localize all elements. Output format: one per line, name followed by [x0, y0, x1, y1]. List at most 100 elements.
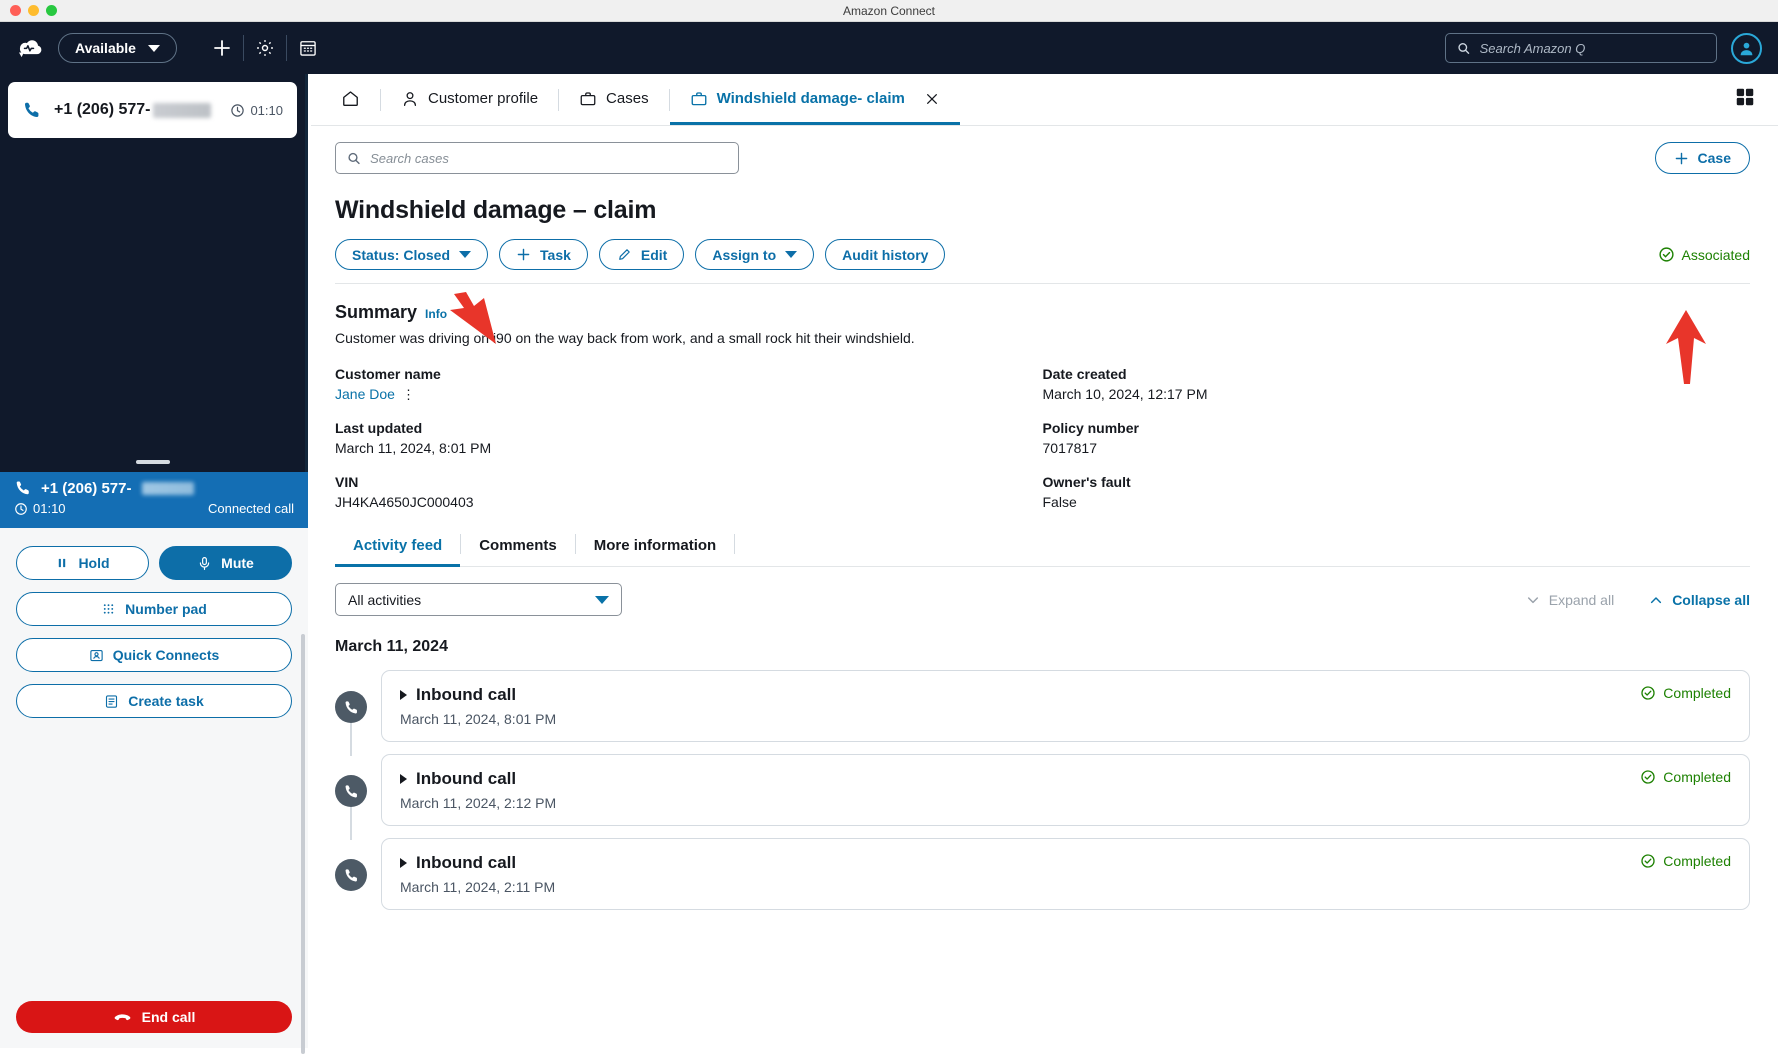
call-controls-panel: Hold Mute Number pad: [0, 528, 308, 1048]
expand-all-label: Expand all: [1549, 592, 1614, 608]
main-content-area: Customer profile Cases Windshield damage…: [311, 74, 1778, 1048]
agent-status-dropdown[interactable]: Available: [58, 33, 177, 63]
divider: [335, 283, 1750, 284]
activity-card[interactable]: Inbound call March 11, 2024, 8:01 PM Com…: [381, 670, 1750, 742]
activity-title[interactable]: Inbound call: [400, 685, 1640, 705]
caret-right-icon: [400, 774, 407, 784]
summary-heading-text: Summary: [335, 302, 417, 323]
calendar-icon[interactable]: [287, 22, 329, 74]
add-task-button[interactable]: Task: [499, 239, 588, 270]
tab-activity-feed[interactable]: Activity feed: [335, 528, 460, 567]
activity-filter-select[interactable]: All activities: [335, 583, 622, 616]
create-case-button-label: Case: [1698, 150, 1731, 166]
case-search-box[interactable]: [335, 142, 739, 174]
activity-item: Inbound call March 11, 2024, 2:11 PM Com…: [335, 838, 1750, 910]
tab-home[interactable]: [321, 75, 380, 125]
phone-icon: [335, 859, 367, 891]
status-dropdown[interactable]: Status: Closed: [335, 239, 488, 270]
activity-timestamp: March 11, 2024, 2:12 PM: [400, 795, 1640, 811]
amazon-q-search-box[interactable]: [1445, 33, 1717, 63]
field-owners-fault: Owner's fault False: [1043, 474, 1751, 510]
assign-to-dropdown-label: Assign to: [712, 247, 776, 263]
assign-to-dropdown[interactable]: Assign to: [695, 239, 814, 270]
field-row: VIN JH4KA4650JC000403 Owner's fault Fals…: [335, 474, 1750, 510]
briefcase-icon: [690, 90, 708, 108]
field-value: False: [1043, 494, 1751, 510]
quick-connects-button[interactable]: Quick Connects: [16, 638, 292, 672]
amazon-connect-cloud-logo-icon: [14, 33, 44, 63]
end-call-icon: [113, 1008, 132, 1027]
caret-right-icon: [400, 858, 407, 868]
create-task-button[interactable]: Create task: [16, 684, 292, 718]
kebab-menu-icon[interactable]: ⋮: [402, 388, 416, 401]
connected-call-state: Connected call: [208, 501, 294, 516]
field-label: Owner's fault: [1043, 474, 1751, 490]
expand-all-button[interactable]: Expand all: [1525, 592, 1614, 608]
activity-card-body: Inbound call March 11, 2024, 2:12 PM: [400, 769, 1640, 811]
activity-title[interactable]: Inbound call: [400, 769, 1640, 789]
field-label: Last updated: [335, 420, 1043, 436]
active-contact-card[interactable]: +1 (206) 577- 01:10: [8, 82, 297, 138]
case-detail-content: Case Windshield damage – claim Status: C…: [311, 126, 1778, 1048]
tab-more-information[interactable]: More information: [576, 528, 735, 567]
phone-icon: [335, 775, 367, 807]
chevron-down-icon: [459, 251, 471, 258]
edit-button[interactable]: Edit: [599, 239, 684, 270]
field-label: VIN: [335, 474, 1043, 490]
activity-card[interactable]: Inbound call March 11, 2024, 2:12 PM Com…: [381, 754, 1750, 826]
close-icon[interactable]: [924, 91, 940, 107]
activity-card-body: Inbound call March 11, 2024, 2:11 PM: [400, 853, 1640, 895]
hold-mute-row: Hold Mute: [16, 546, 292, 580]
field-last-updated: Last updated March 11, 2024, 8:01 PM: [335, 420, 1043, 456]
search-icon: [347, 151, 361, 166]
grid-layout-icon[interactable]: [1734, 86, 1756, 113]
summary-info-link[interactable]: Info: [425, 307, 447, 321]
field-row: Last updated March 11, 2024, 8:01 PM Pol…: [335, 420, 1750, 456]
clock-icon: [230, 103, 245, 118]
activity-feed-list: Inbound call March 11, 2024, 8:01 PM Com…: [335, 670, 1750, 910]
plus-icon[interactable]: [201, 22, 243, 74]
hold-button[interactable]: Hold: [16, 546, 149, 580]
number-pad-button[interactable]: Number pad: [16, 592, 292, 626]
activity-bullet: [335, 670, 367, 742]
tab-comments[interactable]: Comments: [461, 528, 575, 567]
end-call-button[interactable]: End call: [16, 1001, 292, 1033]
tab-customer-profile[interactable]: Customer profile: [381, 75, 558, 125]
gear-icon[interactable]: [244, 22, 286, 74]
activity-timestamp: March 11, 2024, 2:11 PM: [400, 879, 1640, 895]
field-row: Customer name Jane Doe ⋮ Date created Ma…: [335, 366, 1750, 402]
field-vin: VIN JH4KA4650JC000403: [335, 474, 1043, 510]
chevron-up-icon: [1648, 592, 1664, 608]
panel-resize-handle[interactable]: [136, 460, 170, 464]
window-title: Amazon Connect: [0, 4, 1778, 18]
check-circle-icon: [1640, 769, 1656, 785]
create-case-button[interactable]: Case: [1655, 142, 1750, 174]
window-title-bar: Amazon Connect: [0, 0, 1778, 22]
activity-status: Completed: [1640, 853, 1731, 869]
customer-name-link[interactable]: Jane Doe: [335, 386, 395, 402]
activity-filter-row: All activities Expand all Collapse all: [335, 583, 1750, 616]
chevron-down-icon: [1525, 592, 1541, 608]
connected-call-timer: 01:10: [33, 501, 66, 516]
tab-cases[interactable]: Cases: [559, 75, 669, 125]
case-toolbar: Case: [335, 142, 1750, 174]
audit-history-button[interactable]: Audit history: [825, 239, 945, 270]
activity-card[interactable]: Inbound call March 11, 2024, 2:11 PM Com…: [381, 838, 1750, 910]
activity-bullet: [335, 838, 367, 910]
redacted-digits: [142, 482, 194, 495]
collapse-all-label: Collapse all: [1672, 592, 1750, 608]
collapse-all-button[interactable]: Collapse all: [1648, 592, 1750, 608]
amazon-q-search-input[interactable]: [1480, 41, 1705, 56]
tab-windshield-damage-claim[interactable]: Windshield damage- claim: [670, 75, 960, 125]
case-search-input[interactable]: [370, 151, 727, 166]
activity-title[interactable]: Inbound call: [400, 853, 1640, 873]
mute-button[interactable]: Mute: [159, 546, 292, 580]
ccp-scrollbar[interactable]: [301, 634, 305, 1054]
user-avatar-icon[interactable]: [1731, 33, 1762, 64]
search-icon: [1457, 41, 1471, 56]
tab-cases-label: Cases: [606, 90, 649, 107]
activity-filter-value: All activities: [348, 592, 421, 608]
activity-status: Completed: [1640, 685, 1731, 701]
activity-item: Inbound call March 11, 2024, 8:01 PM Com…: [335, 670, 1750, 742]
chevron-down-icon: [785, 251, 797, 258]
